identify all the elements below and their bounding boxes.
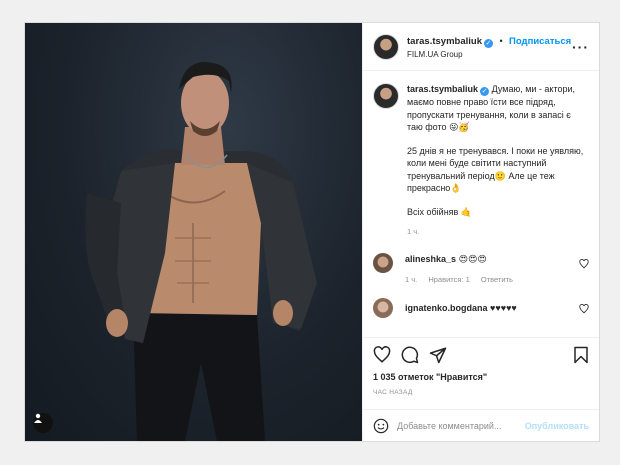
bookmark-icon[interactable]: [573, 346, 589, 364]
comment-text: ♥♥♥♥♥: [490, 302, 517, 313]
comment-time[interactable]: 1 ч.: [405, 275, 417, 284]
caption-avatar[interactable]: [373, 83, 399, 109]
comment-like-icon[interactable]: [579, 303, 589, 314]
post-actions: 1 035 отметок "Нравится" ЧАС НАЗАД: [363, 337, 599, 409]
follow-button[interactable]: Подписаться: [509, 36, 571, 47]
heart-icon[interactable]: [373, 346, 391, 364]
tagged-users-button[interactable]: [33, 413, 53, 433]
publish-button[interactable]: Опубликовать: [525, 421, 589, 431]
comment-likes[interactable]: Нравится: 1: [428, 275, 469, 284]
instagram-post-dialog: taras.tsymbaliuk ✓ • Подписаться FILM.UA …: [24, 22, 600, 442]
verified-icon: ✓: [480, 87, 490, 96]
post-side-panel: taras.tsymbaliuk ✓ • Подписаться FILM.UA …: [362, 23, 599, 441]
emoji-icon[interactable]: [373, 418, 389, 434]
caption: taras.tsymbaliuk ✓ Думаю, ми - актори, ма…: [373, 83, 589, 239]
comment-input[interactable]: [397, 420, 525, 431]
action-icons: [373, 346, 589, 364]
comment-username[interactable]: alineshka_s: [405, 254, 456, 264]
author-avatar[interactable]: [373, 33, 399, 60]
comments-list[interactable]: taras.tsymbaliuk ✓ Думаю, ми - актори, ма…: [363, 71, 599, 337]
caption-text-3: Всіх обійняв 🤙: [407, 206, 473, 217]
likes-count[interactable]: 1 035 отметок "Нравится": [373, 372, 589, 382]
caption-username[interactable]: taras.tsymbaliuk: [407, 84, 478, 94]
commenter-avatar[interactable]: [373, 297, 393, 318]
comment-meta: 1 ч. Нравится: 1 Ответить: [405, 274, 589, 286]
add-comment-bar: Опубликовать: [363, 409, 599, 441]
post-photo-illustration: [85, 62, 317, 441]
user-tag-icon: [34, 413, 42, 423]
comment-text: 😍😍😍: [458, 253, 487, 264]
caption-time[interactable]: 1 ч.: [407, 226, 589, 239]
caption-body: taras.tsymbaliuk ✓ Думаю, ми - актори, ма…: [407, 83, 589, 239]
author-info: taras.tsymbaliuk ✓ • Подписаться FILM.UA …: [407, 33, 572, 61]
comment-body: alineshka_s 😍😍😍 1 ч. Нравится: 1 Ответит…: [405, 253, 589, 286]
comment-username[interactable]: ignatenko.bogdana: [405, 303, 488, 313]
post-time[interactable]: ЧАС НАЗАД: [373, 389, 589, 396]
share-icon[interactable]: [429, 346, 447, 364]
post-photo[interactable]: [25, 23, 362, 441]
post-location[interactable]: FILM.UA Group: [407, 48, 572, 61]
comment-icon[interactable]: [401, 346, 419, 364]
commenter-avatar[interactable]: [373, 252, 393, 273]
separator-dot: •: [499, 35, 503, 46]
comment-row: ignatenko.bogdana ♥♥♥♥♥: [373, 297, 589, 318]
comment-row: alineshka_s 😍😍😍 1 ч. Нравится: 1 Ответит…: [373, 252, 589, 286]
verified-icon: ✓: [483, 38, 493, 48]
author-username[interactable]: taras.tsymbaliuk: [407, 36, 482, 47]
post-header: taras.tsymbaliuk ✓ • Подписаться FILM.UA …: [363, 23, 599, 71]
comment-body: ignatenko.bogdana ♥♥♥♥♥: [405, 302, 589, 314]
caption-text-2: 25 днів я не тренувався. І поки не уявля…: [407, 145, 584, 194]
comment-reply-button[interactable]: Ответить: [481, 275, 513, 284]
more-icon[interactable]: ···: [572, 39, 589, 55]
comment-like-icon[interactable]: [579, 258, 589, 269]
